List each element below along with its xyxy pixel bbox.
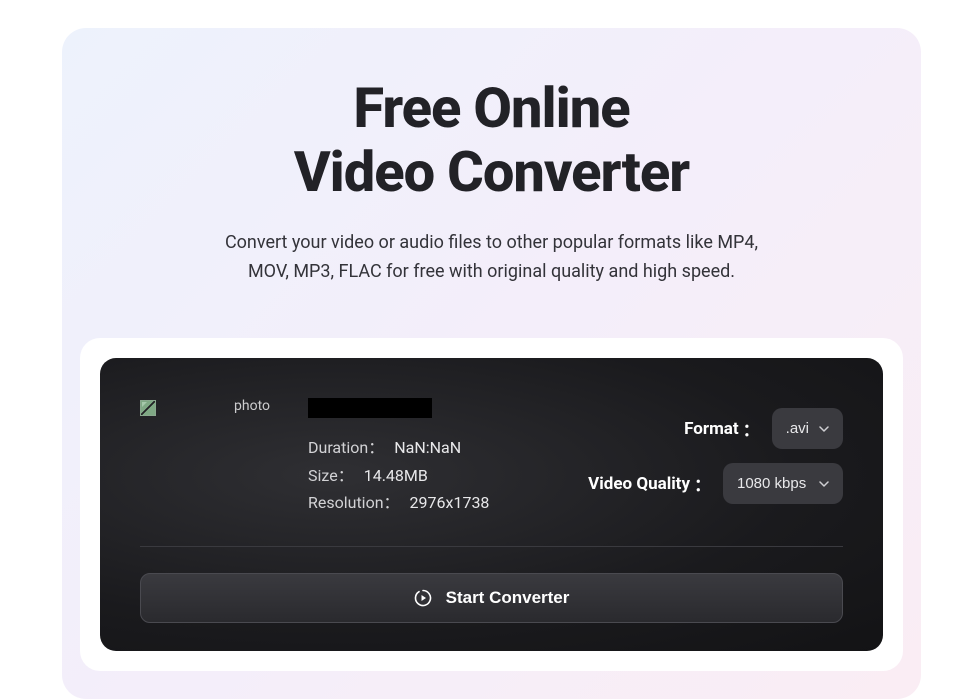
meta-duration: Duration： NaN:NaN [308, 434, 550, 461]
size-value: 14.48MB [364, 462, 428, 489]
start-converter-button[interactable]: Start Converter [140, 573, 843, 623]
start-button-label: Start Converter [446, 588, 570, 608]
quality-label: Video Quality [588, 474, 690, 494]
format-value: .avi [786, 420, 809, 437]
converter-panel: photo Duration： NaN:NaN Size： 14.48MB Re… [100, 358, 883, 651]
converter-panel-wrap: photo Duration： NaN:NaN Size： 14.48MB Re… [80, 338, 903, 671]
title-line-2: Video Converter [294, 139, 689, 205]
thumbnail-alt-text: photo [234, 398, 270, 414]
resolution-label: Resolution [308, 489, 384, 516]
meta-resolution: Resolution： 2976x1738 [308, 489, 550, 516]
chevron-down-icon [819, 426, 829, 432]
file-name [308, 398, 432, 418]
size-label: Size [308, 462, 338, 489]
format-colon: ： [743, 416, 760, 441]
options-column: Format ： .avi Video Quality ： [588, 408, 843, 504]
quality-value: 1080 kbps [737, 475, 806, 492]
quality-option-row: Video Quality ： 1080 kbps [588, 463, 843, 504]
play-circle-icon [414, 589, 432, 607]
quality-dropdown[interactable]: 1080 kbps [723, 463, 843, 504]
hero-card: Free Online Video Converter Convert your… [62, 28, 921, 699]
format-label: Format [684, 419, 739, 439]
broken-image-icon [140, 400, 156, 416]
file-thumbnail: photo [140, 398, 290, 416]
file-info: Duration： NaN:NaN Size： 14.48MB Resoluti… [308, 398, 550, 516]
page-subtitle: Convert your video or audio files to oth… [212, 229, 772, 287]
title-line-1: Free Online [353, 75, 629, 141]
meta-size: Size： 14.48MB [308, 462, 550, 489]
format-dropdown[interactable]: .avi [772, 408, 843, 449]
quality-colon: ： [694, 471, 711, 496]
duration-value: NaN:NaN [394, 434, 461, 461]
resolution-value: 2976x1738 [410, 489, 490, 516]
file-row: photo Duration： NaN:NaN Size： 14.48MB Re… [140, 398, 843, 547]
page-title: Free Online Video Converter [80, 76, 903, 205]
format-option-row: Format ： .avi [684, 408, 843, 449]
duration-label: Duration [308, 434, 368, 461]
chevron-down-icon [819, 481, 829, 487]
